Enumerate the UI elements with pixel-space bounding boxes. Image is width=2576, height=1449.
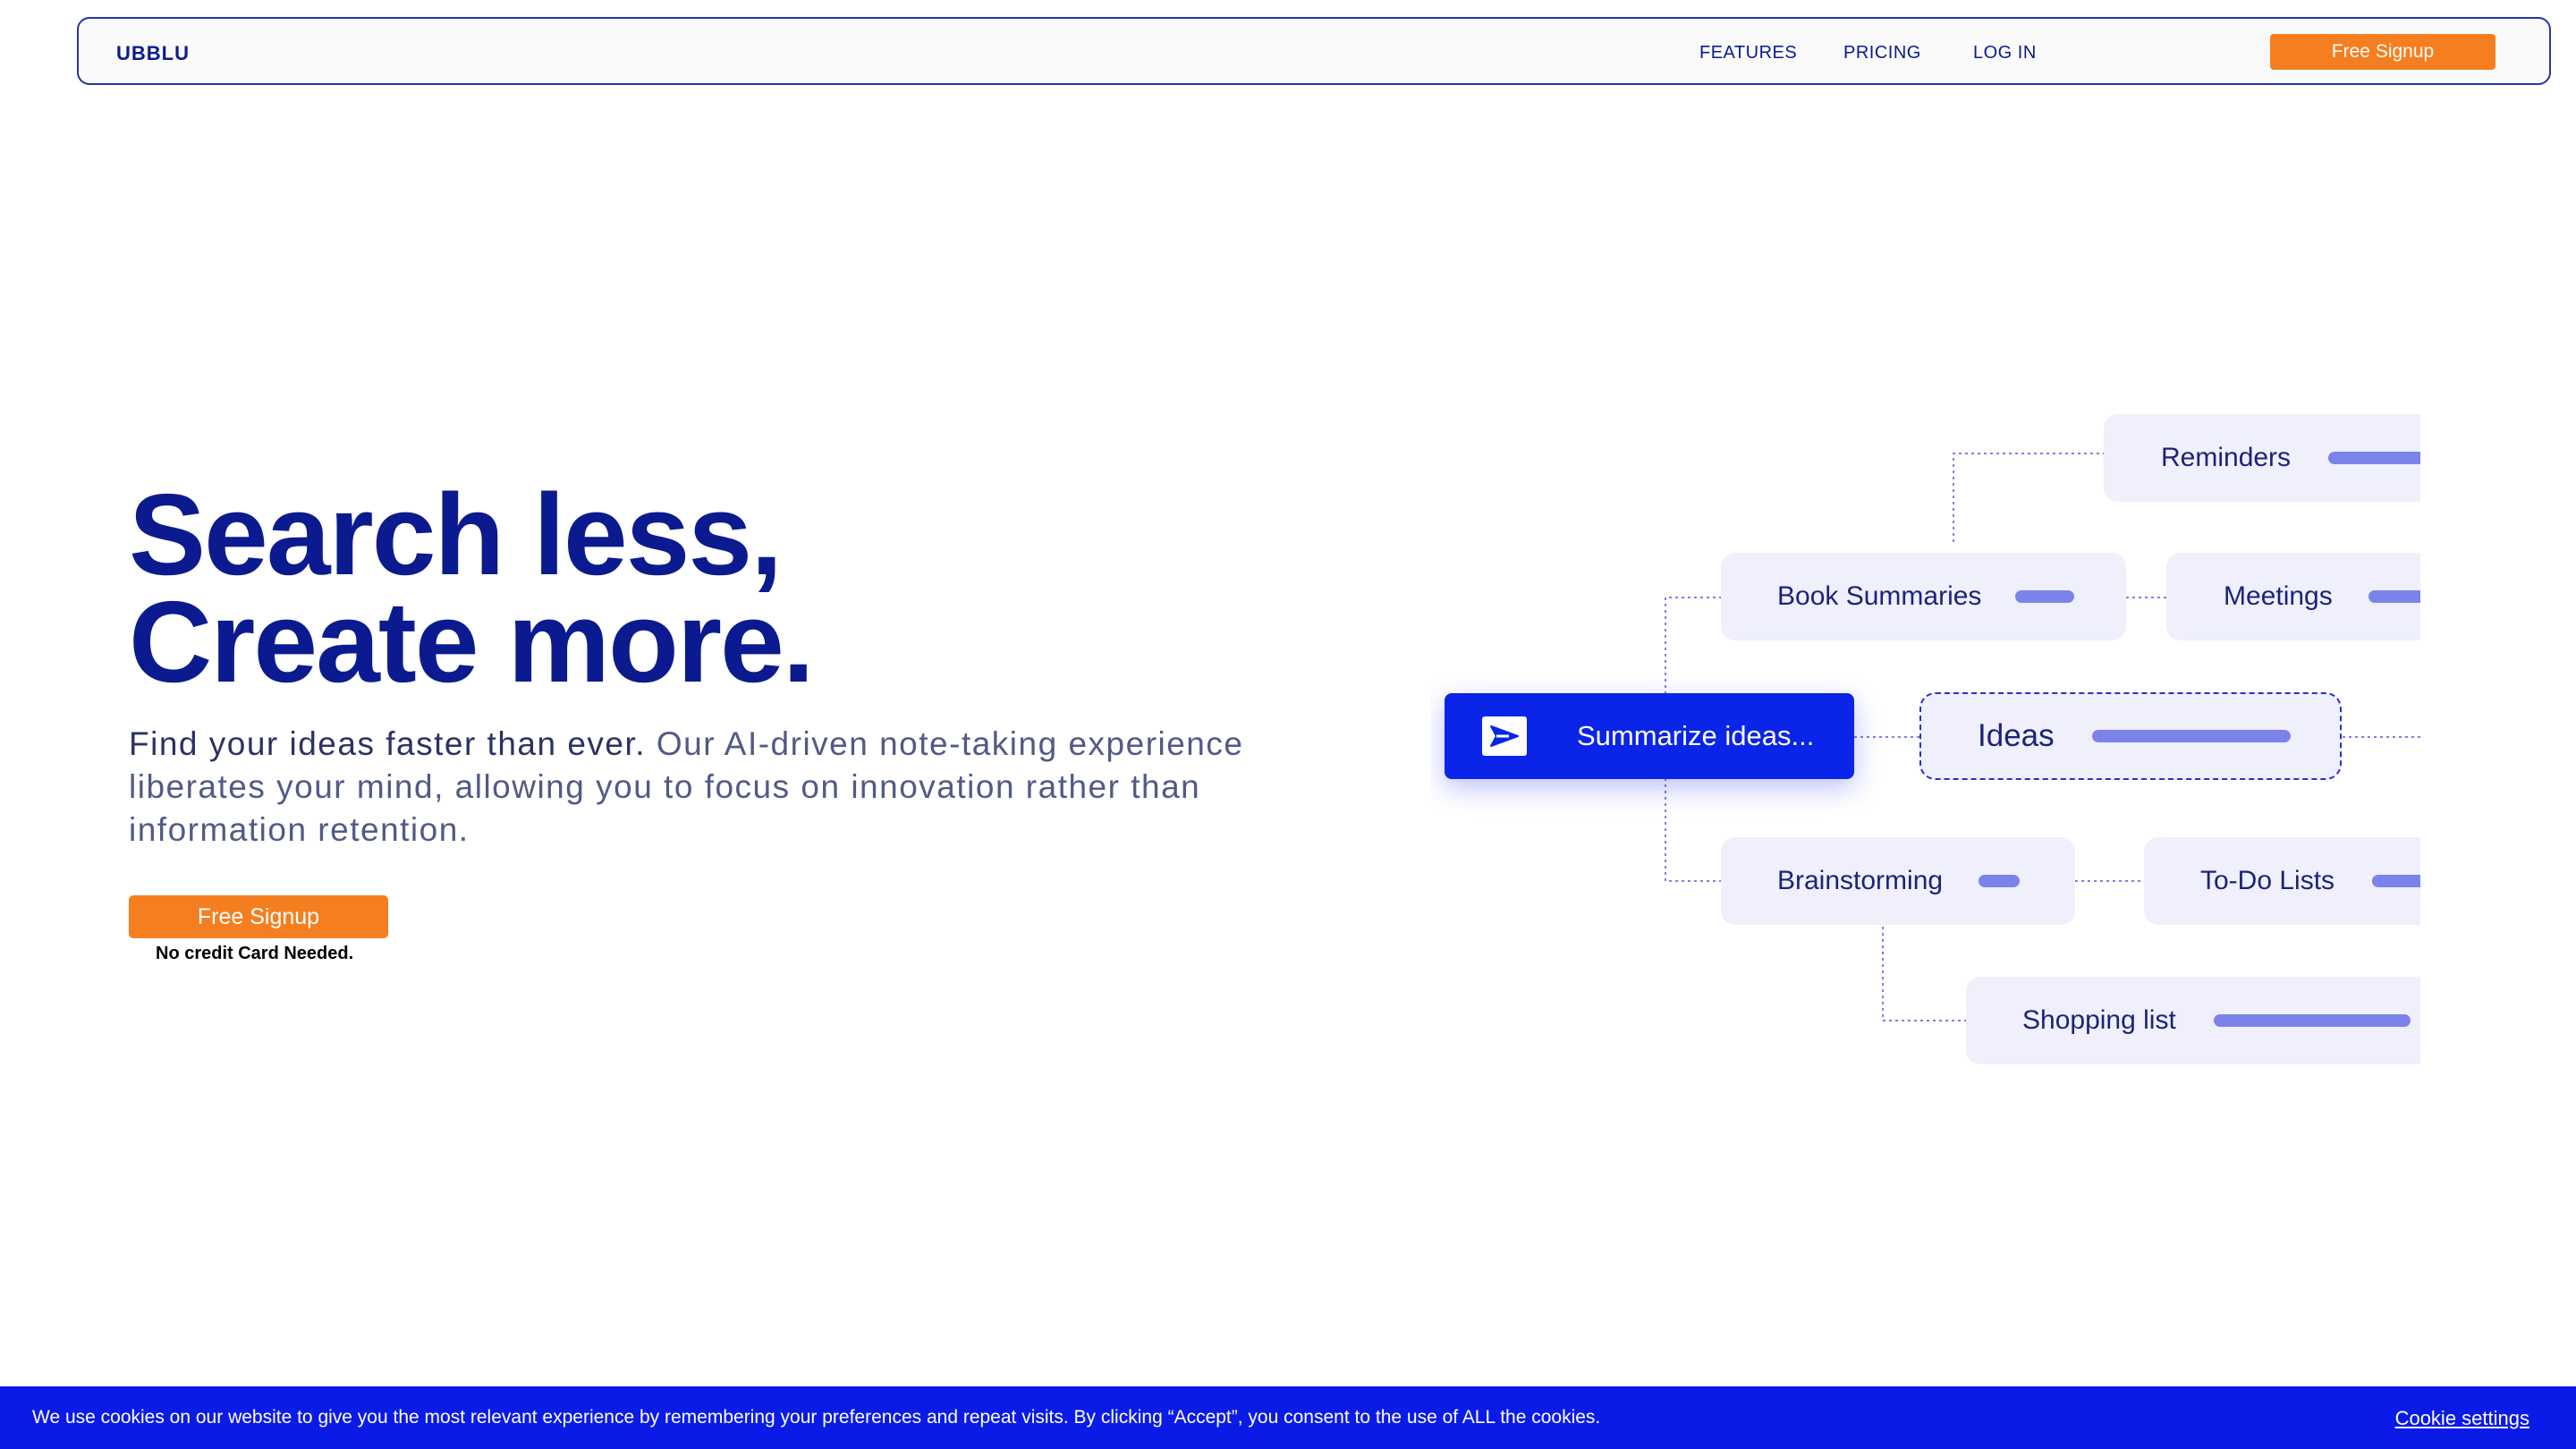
send-icon <box>1482 716 1527 756</box>
card-todo-lists-label: To-Do Lists <box>2200 866 2335 895</box>
no-credit-card-note: No credit Card Needed. <box>156 944 354 963</box>
logo[interactable]: UBBLU <box>116 42 190 65</box>
hero-title-line2: Create more. <box>129 578 815 707</box>
cookie-settings-link[interactable]: Cookie settings <box>2395 1407 2529 1430</box>
card-ideas-bar <box>2091 730 2291 742</box>
card-reminders-label: Reminders <box>2161 443 2292 472</box>
feature-diagram: Reminders Book Summaries Meetings Summar… <box>1431 394 2420 1091</box>
top-nav: UBBLU FEATURES PRICING LOG IN Free Signu… <box>77 17 2551 85</box>
card-reminders: Reminders <box>2104 414 2420 502</box>
card-todo-lists-bar <box>2372 875 2420 887</box>
hero-subtitle: Find your ideas faster than ever. Our AI… <box>129 723 1274 852</box>
hero-title: Search less, Create more. <box>129 478 815 700</box>
cookie-banner-text: We use cookies on our website to give yo… <box>32 1407 1601 1428</box>
card-ideas-label: Ideas <box>1978 718 2055 753</box>
card-meetings: Meetings <box>2166 553 2420 640</box>
card-shopping-list-bar <box>2213 1014 2411 1027</box>
card-shopping-list-label: Shopping list <box>2022 1005 2176 1035</box>
summarize-ideas-label: Summarize ideas... <box>1577 720 1815 751</box>
card-todo-lists: To-Do Lists <box>2144 837 2420 925</box>
card-book-summaries: Book Summaries <box>1721 553 2126 640</box>
hero-signup-button[interactable]: Free Signup <box>129 895 388 938</box>
card-meetings-label: Meetings <box>2224 581 2333 611</box>
nav-signup-button[interactable]: Free Signup <box>2270 34 2496 70</box>
card-brainstorming-bar <box>1979 875 2021 887</box>
card-book-summaries-label: Book Summaries <box>1777 581 1982 611</box>
summarize-ideas-button[interactable]: Summarize ideas... <box>1445 693 1854 779</box>
card-meetings-bar <box>2368 590 2420 603</box>
card-ideas: Ideas <box>1919 692 2342 780</box>
card-book-summaries-bar <box>2015 590 2075 603</box>
hero-subtitle-strong: Find your ideas faster than ever. <box>129 725 647 762</box>
cookie-banner: We use cookies on our website to give yo… <box>0 1386 2576 1449</box>
nav-link-features[interactable]: FEATURES <box>1699 43 1797 64</box>
card-brainstorming-label: Brainstorming <box>1777 866 1944 895</box>
card-brainstorming: Brainstorming <box>1721 837 2075 925</box>
card-reminders-bar <box>2328 452 2420 464</box>
nav-link-pricing[interactable]: PRICING <box>1843 43 1921 64</box>
card-shopping-list: Shopping list <box>1966 977 2420 1064</box>
nav-link-login[interactable]: LOG IN <box>1973 43 2037 64</box>
